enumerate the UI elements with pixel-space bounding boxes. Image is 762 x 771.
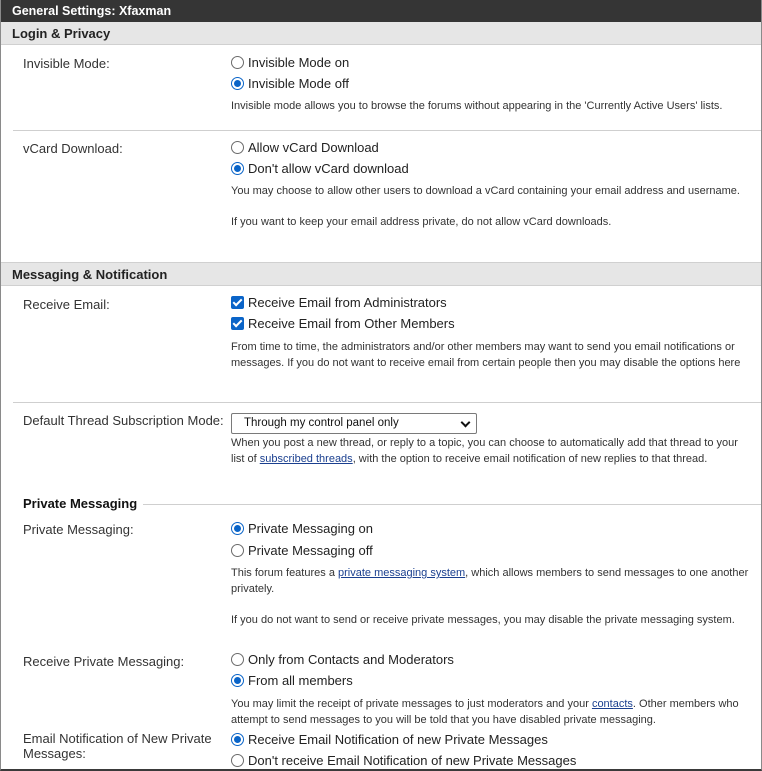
vcard-description-2: If you want to keep your email address p… <box>231 216 612 228</box>
private-messaging-on-radio[interactable] <box>231 522 244 535</box>
section-login-privacy: Login & Privacy <box>1 22 761 45</box>
invisible-mode-off-radio[interactable] <box>231 77 244 90</box>
invisible-mode-on-radio[interactable] <box>231 56 244 69</box>
settings-panel: General Settings: Xfaxman Login & Privac… <box>0 0 762 771</box>
vcard-disallow-option[interactable]: Don't allow vCard download <box>231 158 751 179</box>
thread-subscription-value: Through my control panel only <box>244 417 399 429</box>
email-notification-pm-decline-option[interactable]: Don't receive Email Notification of new … <box>231 750 751 769</box>
receive-pm-row: Receive Private Messaging: Only from Con… <box>13 649 761 729</box>
private-messaging-system-link[interactable]: private messaging system <box>338 567 465 579</box>
private-messaging-on-label: Private Messaging on <box>248 521 374 536</box>
thread-subscription-label: Default Thread Subscription Mode: <box>23 413 224 428</box>
receive-pm-all-option[interactable]: From all members <box>231 670 751 691</box>
vcard-row: vCard Download: Allow vCard Download Don… <box>13 131 761 262</box>
vcard-allow-option[interactable]: Allow vCard Download <box>231 137 751 158</box>
private-messaging-on-option[interactable]: Private Messaging on <box>231 518 751 539</box>
email-notification-pm-label: Email Notification of New Private Messag… <box>23 731 212 761</box>
receive-email-members-checkbox[interactable] <box>231 317 244 330</box>
email-notification-pm-decline-label: Don't receive Email Notification of new … <box>248 753 577 768</box>
vcard-allow-label: Allow vCard Download <box>248 140 379 155</box>
receive-email-members-option[interactable]: Receive Email from Other Members <box>231 313 751 334</box>
email-notification-pm-receive-option[interactable]: Receive Email Notification of new Privat… <box>231 729 751 750</box>
invisible-mode-off-option[interactable]: Invisible Mode off <box>231 73 751 94</box>
vcard-description-1: You may choose to allow other users to d… <box>231 185 740 197</box>
receive-pm-label: Receive Private Messaging: <box>23 654 185 669</box>
private-messaging-off-option[interactable]: Private Messaging off <box>231 540 751 561</box>
private-messaging-off-radio[interactable] <box>231 544 244 557</box>
invisible-mode-off-label: Invisible Mode off <box>248 76 349 91</box>
invisible-mode-label: Invisible Mode: <box>23 56 110 71</box>
chevron-down-icon <box>460 417 471 428</box>
private-messaging-description-2: If you do not want to send or receive pr… <box>231 614 735 626</box>
receive-pm-description: You may limit the receipt of private mes… <box>231 698 739 726</box>
invisible-mode-description: Invisible mode allows you to browse the … <box>231 100 723 112</box>
thread-subscription-row: Default Thread Subscription Mode: Throug… <box>13 403 761 511</box>
receive-email-admins-option[interactable]: Receive Email from Administrators <box>231 292 751 313</box>
receive-email-admins-label: Receive Email from Administrators <box>248 295 447 310</box>
contacts-link[interactable]: contacts <box>592 698 633 710</box>
vcard-allow-radio[interactable] <box>231 141 244 154</box>
receive-pm-contacts-label: Only from Contacts and Moderators <box>248 652 454 667</box>
vcard-label: vCard Download: <box>23 141 123 156</box>
receive-pm-all-radio[interactable] <box>231 674 244 687</box>
email-notification-pm-decline-radio[interactable] <box>231 754 244 767</box>
private-messaging-description-1: This forum features a private messaging … <box>231 567 749 595</box>
email-notification-pm-receive-radio[interactable] <box>231 733 244 746</box>
email-notification-pm-receive-label: Receive Email Notification of new Privat… <box>248 732 548 747</box>
receive-email-members-label: Receive Email from Other Members <box>248 316 455 331</box>
invisible-mode-on-label: Invisible Mode on <box>248 55 350 70</box>
receive-pm-all-label: From all members <box>248 673 353 688</box>
email-notification-pm-row: Email Notification of New Private Messag… <box>13 729 761 769</box>
receive-pm-contacts-radio[interactable] <box>231 653 244 666</box>
private-messaging-row: Private Messaging: Private Messaging on … <box>13 506 761 649</box>
window-title: General Settings: Xfaxman <box>1 0 761 22</box>
private-messaging-divider <box>143 504 761 505</box>
vcard-disallow-radio[interactable] <box>231 162 244 175</box>
vcard-disallow-label: Don't allow vCard download <box>248 161 409 176</box>
thread-subscription-select[interactable]: Through my control panel only <box>231 413 477 434</box>
section-messaging-notification: Messaging & Notification <box>1 262 761 286</box>
private-messaging-label: Private Messaging: <box>23 522 134 537</box>
receive-email-description: From time to time, the administrators an… <box>231 341 741 369</box>
receive-pm-contacts-option[interactable]: Only from Contacts and Moderators <box>231 649 751 670</box>
receive-email-row: Receive Email: Receive Email from Admini… <box>13 286 761 403</box>
private-messaging-off-label: Private Messaging off <box>248 543 373 558</box>
thread-subscription-description: When you post a new thread, or reply to … <box>231 437 738 465</box>
receive-email-label: Receive Email: <box>23 297 110 312</box>
subscribed-threads-link[interactable]: subscribed threads <box>260 453 353 465</box>
invisible-mode-on-option[interactable]: Invisible Mode on <box>231 52 751 73</box>
invisible-mode-row: Invisible Mode: Invisible Mode on Invisi… <box>13 45 761 131</box>
receive-email-admins-checkbox[interactable] <box>231 296 244 309</box>
